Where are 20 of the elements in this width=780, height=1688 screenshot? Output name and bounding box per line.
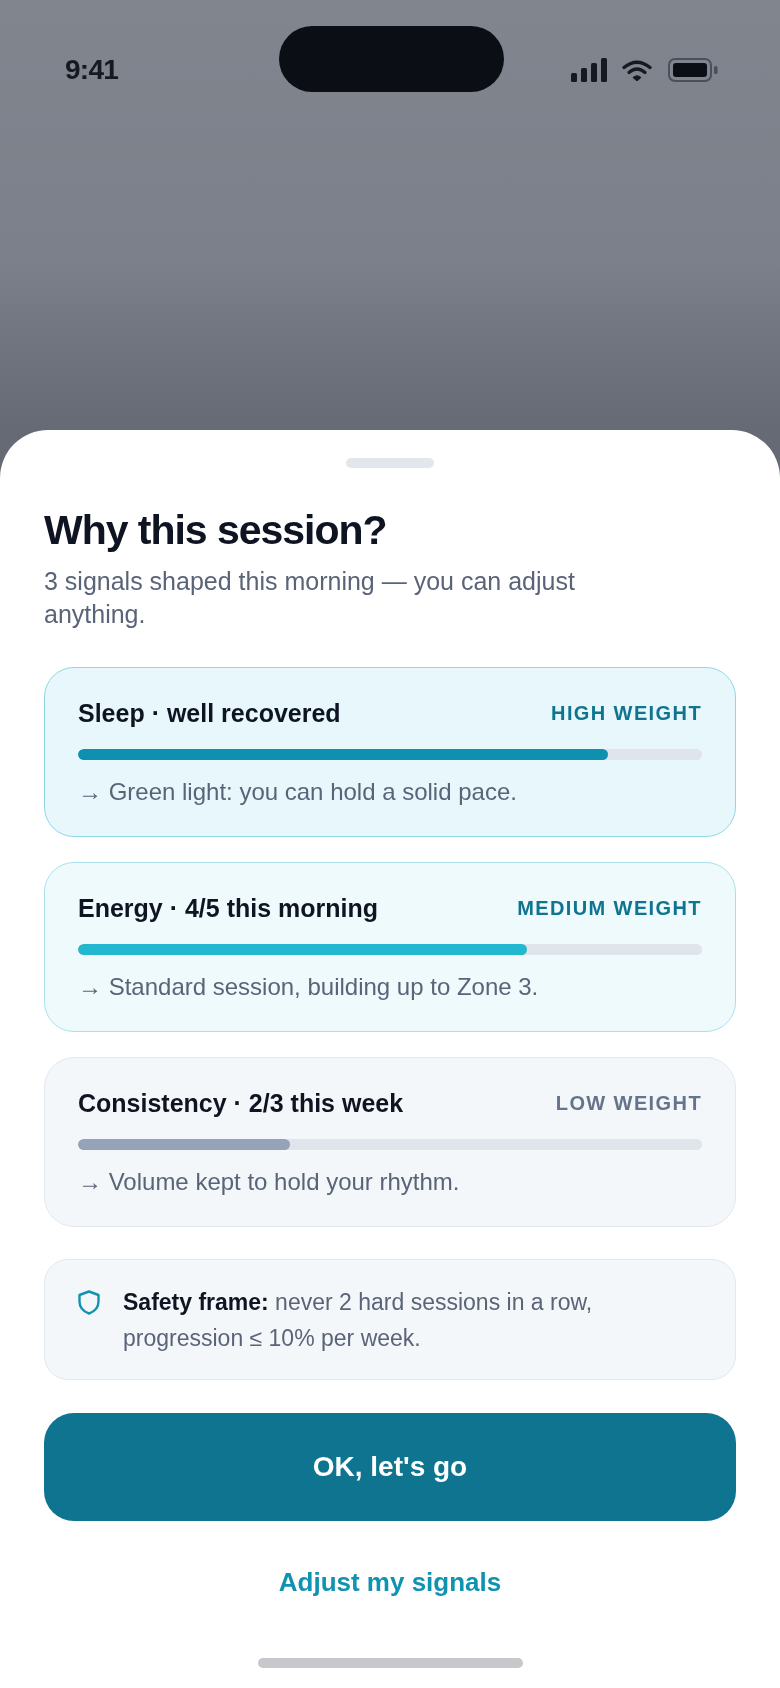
- drag-handle[interactable]: [346, 458, 434, 468]
- signal-note: → Green light: you can hold a solid pace.: [78, 777, 518, 807]
- signal-note: → Standard session, building up to Zone 3.: [78, 972, 540, 1002]
- signal-title: Energy · 4/5 this morning: [78, 893, 379, 923]
- adjust-signals-link[interactable]: Adjust my signals: [278, 1567, 502, 1597]
- weight-label: MEDIUM WEIGHT: [517, 896, 702, 921]
- signal-note: → Volume kept to hold your rhythm.: [78, 1167, 461, 1197]
- wifi-icon: [622, 59, 652, 81]
- battery-icon: [668, 58, 718, 82]
- safety-note: Safety frame: never 2 hard sessions in a row, progression ≤ 10% per week.: [123, 1288, 594, 1353]
- cellular-signal-icon: [571, 58, 607, 82]
- sheet-subtitle: 3 signals shaped this morning — you can adjust anything.: [44, 566, 576, 630]
- weight-label: HIGH WEIGHT: [551, 701, 702, 726]
- weight-label: LOW WEIGHT: [555, 1091, 702, 1116]
- confirm-button[interactable]: OK, let's go: [44, 1413, 736, 1521]
- status-time: 9:41: [65, 54, 119, 86]
- signal-title: Sleep · well recovered: [78, 698, 341, 728]
- shield-icon: [78, 1290, 100, 1315]
- sheet-title: Why this session?: [44, 508, 388, 552]
- signal-title: Consistency · 2/3 this week: [78, 1088, 404, 1118]
